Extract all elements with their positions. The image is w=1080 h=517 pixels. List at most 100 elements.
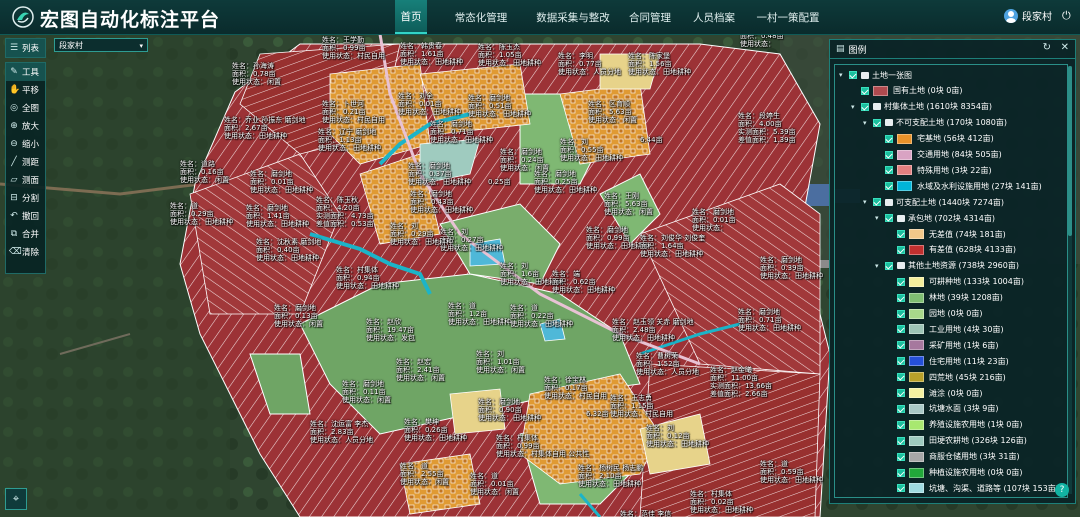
nav-contract-management[interactable]: 合同管理 bbox=[626, 0, 674, 34]
pan-button[interactable]: ✋ 平移 bbox=[6, 81, 45, 99]
legend-row[interactable]: ▾ 村集体土地 (1610块 8354亩) bbox=[851, 100, 992, 114]
list-button[interactable]: ☰ 列表 bbox=[6, 39, 45, 57]
clear-button[interactable]: ⌫ 清除 bbox=[6, 243, 45, 261]
zoom-in-button[interactable]: ⊕ 放大 bbox=[6, 117, 45, 135]
layer-checkbox[interactable] bbox=[861, 86, 869, 95]
legend-row[interactable]: 无差值 (74块 181亩) bbox=[887, 227, 1006, 241]
legend-swatch bbox=[909, 324, 924, 335]
zoom-out-button[interactable]: ⊖ 缩小 bbox=[6, 135, 45, 153]
legend-row[interactable]: 住宅用地 (11块 23亩) bbox=[887, 354, 1009, 368]
legend-swatch bbox=[909, 340, 924, 351]
legend-row[interactable]: 可耕种地 (133块 1004亩) bbox=[887, 275, 1024, 289]
legend-row[interactable]: 园地 (0块 0亩) bbox=[887, 307, 983, 321]
split-button[interactable]: ⊟ 分割 bbox=[6, 189, 45, 207]
nav-data-collection[interactable]: 数据采集与整改 bbox=[533, 0, 613, 34]
layer-checkbox[interactable] bbox=[897, 341, 905, 350]
layer-checkbox[interactable] bbox=[849, 71, 857, 79]
legend-swatch bbox=[909, 276, 924, 287]
layer-checkbox[interactable] bbox=[897, 325, 905, 334]
legend-swatch bbox=[897, 149, 912, 160]
layer-checkbox[interactable] bbox=[873, 118, 881, 127]
layer-checkbox[interactable] bbox=[885, 214, 893, 223]
layer-checkbox[interactable] bbox=[897, 468, 905, 477]
legend-row[interactable]: 四荒地 (45块 216亩) bbox=[887, 370, 1006, 384]
legend-row[interactable]: 特殊用地 (3块 22亩) bbox=[875, 163, 992, 177]
legend-row[interactable]: 种植设施农用地 (0块 0亩) bbox=[887, 466, 1023, 480]
layer-checkbox[interactable] bbox=[897, 420, 905, 429]
layer-checkbox[interactable] bbox=[861, 102, 869, 111]
layer-checkbox[interactable] bbox=[897, 245, 905, 254]
legend-row[interactable]: 国有土地 (0块 0亩) bbox=[851, 84, 963, 98]
tools-button[interactable]: ✎ 工具 bbox=[6, 63, 45, 81]
legend-label: 无差值 (74块 181亩) bbox=[929, 229, 1006, 239]
map-locate-button[interactable]: ⌖ bbox=[5, 488, 27, 510]
layer-checkbox[interactable] bbox=[885, 166, 893, 175]
layer-checkbox[interactable] bbox=[897, 436, 905, 445]
merge-button[interactable]: ⧉ 合并 bbox=[6, 225, 45, 243]
legend-swatch bbox=[897, 133, 912, 144]
legend-row[interactable]: ▾ 承包地 (702块 4314亩) bbox=[875, 211, 995, 225]
chevron-down-icon[interactable]: ▾ bbox=[875, 262, 882, 270]
nav-village-policy[interactable]: 一村一策配置 bbox=[755, 0, 821, 34]
legend-row[interactable]: 交通用地 (84块 505亩) bbox=[875, 148, 1002, 162]
legend-scroll-thumb[interactable] bbox=[1068, 66, 1072, 236]
logout-icon[interactable]: ⏻ bbox=[1062, 10, 1072, 22]
layer-checkbox[interactable] bbox=[885, 150, 893, 159]
legend-row[interactable]: 工业用地 (4块 30亩) bbox=[887, 322, 1004, 336]
legend-label: 有差值 (628块 4133亩) bbox=[929, 245, 1016, 255]
legend-row[interactable]: 坑塘水面 (3块 9亩) bbox=[887, 402, 999, 416]
nav-personnel-archive[interactable]: 人员档案 bbox=[688, 0, 740, 34]
chevron-down-icon[interactable]: ▾ bbox=[851, 103, 858, 111]
layer-checkbox[interactable] bbox=[885, 261, 893, 270]
village-select[interactable]: 段家村 ▾ bbox=[54, 38, 148, 52]
layer-checkbox[interactable] bbox=[897, 389, 905, 397]
layer-checkbox[interactable] bbox=[873, 198, 881, 207]
layer-checkbox[interactable] bbox=[897, 230, 905, 238]
nav-routine-management[interactable]: 常态化管理 bbox=[448, 0, 514, 34]
legend-row[interactable]: 宅基地 (56块 412亩) bbox=[875, 132, 994, 146]
layer-checkbox[interactable] bbox=[897, 452, 905, 461]
help-button[interactable]: ? bbox=[1055, 483, 1069, 497]
user-menu[interactable]: 段家村 bbox=[1004, 8, 1052, 23]
folder-icon bbox=[873, 103, 881, 111]
measure-area-button[interactable]: ▱ 测面 bbox=[6, 171, 45, 189]
chevron-down-icon[interactable]: ▾ bbox=[839, 71, 846, 79]
legend-row[interactable]: 坑塘、沟渠、道路等 (107块 153亩) bbox=[887, 481, 1059, 495]
area-icon: ▱ bbox=[10, 175, 18, 185]
layer-checkbox[interactable] bbox=[897, 484, 905, 493]
legend-row[interactable]: 田埂农耕地 (326块 126亩) bbox=[887, 434, 1027, 448]
legend-row[interactable]: 有差值 (628块 4133亩) bbox=[887, 243, 1016, 257]
undo-button[interactable]: ↶ 撤回 bbox=[6, 207, 45, 225]
refresh-icon[interactable]: ↻ bbox=[1043, 42, 1051, 53]
legend-row[interactable]: 林地 (39块 1208亩) bbox=[887, 291, 1003, 305]
eraser-icon: ⌫ bbox=[9, 247, 22, 257]
chevron-down-icon[interactable]: ▾ bbox=[863, 119, 870, 127]
layer-checkbox[interactable] bbox=[897, 309, 905, 318]
chevron-down-icon[interactable]: ▾ bbox=[863, 198, 870, 206]
legend-row[interactable]: 采矿用地 (1块 6亩) bbox=[887, 338, 999, 352]
layer-checkbox[interactable] bbox=[885, 134, 893, 143]
legend-label: 宅基地 (56块 412亩) bbox=[917, 134, 994, 144]
legend-row[interactable]: 养殖设施农用地 (1块 0亩) bbox=[887, 418, 1023, 432]
full-extent-button[interactable]: ◎ 全图 bbox=[6, 99, 45, 117]
legend-label: 可耕种地 (133块 1004亩) bbox=[929, 277, 1024, 287]
layer-checkbox[interactable] bbox=[897, 404, 905, 413]
close-icon[interactable]: ✕ bbox=[1061, 42, 1069, 53]
legend-row[interactable]: 水域及水利设施用地 (27块 141亩) bbox=[875, 179, 1042, 193]
list-toolbar: ☰ 列表 bbox=[5, 38, 46, 58]
legend-row[interactable]: ▾ 可支配土地 (1440块 7274亩) bbox=[863, 195, 1004, 209]
layer-checkbox[interactable] bbox=[897, 373, 905, 382]
nav-home[interactable]: 首页 bbox=[395, 0, 427, 34]
layer-checkbox[interactable] bbox=[897, 357, 905, 366]
layer-checkbox[interactable] bbox=[885, 182, 893, 191]
measure-distance-button[interactable]: ╱ 测距 bbox=[6, 153, 45, 171]
legend-row[interactable]: 商服仓储用地 (3块 31亩) bbox=[887, 450, 1020, 464]
legend-row[interactable]: ▾ 土地一张图 bbox=[839, 68, 912, 82]
layer-checkbox[interactable] bbox=[897, 293, 905, 302]
layer-checkbox[interactable] bbox=[897, 277, 905, 286]
chevron-down-icon[interactable]: ▾ bbox=[875, 214, 882, 222]
legend-swatch bbox=[909, 403, 924, 414]
legend-row[interactable]: 滩涂 (0块 0亩) bbox=[887, 386, 983, 400]
legend-row[interactable]: ▾ 其他土地资源 (738块 2960亩) bbox=[875, 259, 1019, 273]
legend-row[interactable]: ▾ 不可支配土地 (170块 1080亩) bbox=[863, 116, 1007, 130]
